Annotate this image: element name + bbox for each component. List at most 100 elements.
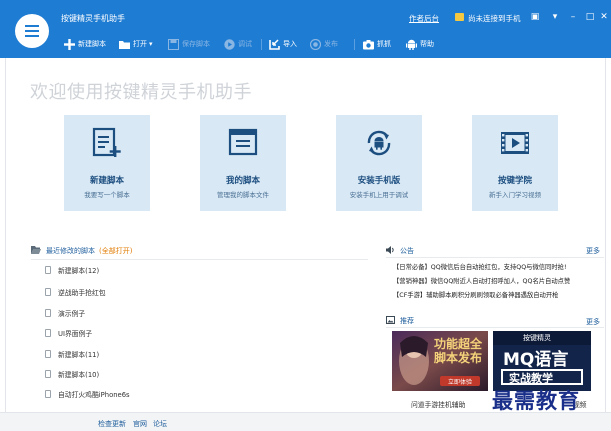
folder-icon (119, 39, 130, 50)
recent-script-item[interactable]: 新建脚本(10) (45, 368, 99, 380)
promo-headline: 功能超全 脚本发布 (434, 337, 483, 365)
recent-script-item[interactable]: 自动打火鸡酷iPhone6s (45, 388, 130, 400)
open-all-link[interactable]: (全部打开) (99, 246, 132, 256)
recent-script-label: UI界面例子 (58, 330, 93, 338)
card-title: 新建脚本 (89, 176, 124, 186)
promo-subtitle: 实战教学 (509, 372, 553, 385)
chevron-down-icon: ▾ (149, 40, 153, 48)
promo-brand: 按键精灵 (523, 334, 551, 342)
phone-status-link[interactable]: 尚未连接到手机 (468, 13, 521, 24)
file-icon (45, 390, 51, 398)
new-script-card[interactable]: 新建脚本 我要写一个脚本 (64, 115, 150, 211)
import-label: 导入 (283, 40, 297, 48)
camera-icon (363, 39, 374, 50)
publish-icon (309, 38, 322, 50)
toolbar-separator (261, 39, 262, 50)
card-description: 新手入门学习视频 (489, 191, 541, 199)
file-icon (45, 329, 51, 337)
file-icon (45, 266, 51, 274)
author-backend-link[interactable]: 作者后台 (409, 13, 439, 24)
new-script-label: 新建脚本 (78, 40, 106, 48)
menu-icon[interactable]: ▾ (548, 11, 562, 23)
forum-link[interactable]: 论坛 (153, 419, 167, 429)
recent-script-label: 新建脚本(12) (58, 267, 100, 275)
capture-button[interactable]: 抓抓 (363, 37, 391, 51)
promo-banner-game[interactable]: 功能超全 脚本发布 立即体验 (392, 331, 488, 391)
card-title: 我的脚本 (225, 176, 260, 186)
notices-more-link[interactable]: 更多 (586, 246, 600, 256)
new-document-icon (92, 127, 122, 159)
android-sync-icon (364, 127, 394, 159)
recent-script-item[interactable]: 新建脚本(12) (45, 264, 99, 276)
website-link[interactable]: 官网 (133, 419, 147, 429)
publish-label: 发布 (324, 40, 338, 48)
recent-scripts-title: 最近修改的脚本 (46, 247, 95, 255)
recent-script-label: 演示例子 (58, 310, 86, 318)
file-icon (45, 288, 51, 296)
notice-item[interactable]: 【日常必备】QQ微信后台自动抢红包，支持QQ与微信同时抢! (393, 262, 605, 274)
play-circle-icon (224, 38, 235, 50)
recent-script-label: 新建脚本(11) (58, 351, 100, 359)
file-icon (45, 309, 51, 317)
script-window-icon (228, 127, 258, 159)
speaker-icon (386, 246, 395, 256)
app-title: 按键精灵手机助手 (61, 14, 125, 23)
folder-open-icon (31, 246, 41, 256)
help-button[interactable]: 帮助 (406, 37, 434, 51)
promo-button[interactable]: 立即体验 (442, 377, 478, 386)
help-label: 帮助 (420, 40, 434, 48)
save-script-button[interactable]: 保存脚本 (168, 37, 210, 51)
phone-connection-icon (455, 13, 464, 21)
recent-script-label: 逆战助手抢红包 (58, 289, 106, 297)
notice-item[interactable]: 【营销神器】微信QQ附近人自动打招呼加人，QQ名片自动点赞 (393, 276, 605, 288)
open-button[interactable]: 打开 ▾ (119, 37, 153, 51)
promo-banner-mq[interactable]: 按键精灵 MQ语言 实战教学 (493, 331, 591, 391)
film-play-icon (500, 127, 530, 159)
capture-label: 抓抓 (377, 40, 391, 48)
close-icon[interactable]: ✕ (598, 11, 610, 23)
card-title: 安装手机版 (357, 176, 401, 186)
notices-header: 公告 (386, 246, 414, 256)
android-icon (406, 39, 417, 50)
card-title: 按键学院 (497, 176, 532, 186)
import-icon (269, 38, 280, 50)
my-scripts-card[interactable]: 我的脚本 管理我的脚本文件 (200, 115, 286, 211)
recent-scripts-header: 最近修改的脚本 (全部打开) (31, 246, 132, 256)
minimize-icon[interactable]: – (566, 11, 580, 23)
toolbar: 新建脚本 打开 ▾ 保存脚本 调试 导入 发布 抓抓 帮助 (58, 35, 608, 53)
skin-icon[interactable]: ▣ (528, 11, 542, 23)
image-icon (386, 316, 395, 326)
import-button[interactable]: 导入 (269, 37, 297, 51)
notices-title: 公告 (400, 247, 414, 255)
debug-button[interactable]: 调试 (224, 37, 252, 51)
card-description: 我要写一个脚本 (84, 191, 130, 199)
open-label: 打开 (133, 40, 147, 48)
recent-script-item[interactable]: UI界面例子 (45, 327, 92, 339)
welcome-heading: 欢迎使用按键精灵手机助手 (30, 82, 252, 103)
save-icon (168, 38, 179, 50)
divider (386, 327, 604, 328)
file-icon (45, 350, 51, 358)
plus-icon (64, 38, 75, 50)
recommend-header: 推荐 (386, 316, 414, 326)
publish-button[interactable]: 发布 (309, 37, 338, 51)
save-script-label: 保存脚本 (182, 40, 210, 48)
notice-item[interactable]: 【CF手游】辅助脚本刷积分刷刷领取必备神器遇敌自动开枪 (393, 290, 605, 302)
maximize-icon[interactable]: □ (583, 11, 597, 23)
recent-script-item[interactable]: 逆战助手抢红包 (45, 286, 106, 298)
recent-script-item[interactable]: 新建脚本(11) (45, 348, 99, 360)
recommend-title: 推荐 (400, 317, 414, 325)
install-mobile-card[interactable]: 安装手机版 安装手机上用于调试 (336, 115, 422, 211)
new-script-button[interactable]: 新建脚本 (64, 37, 106, 51)
card-description: 安装手机上用于调试 (349, 191, 409, 199)
divider (386, 257, 604, 258)
recommend-more-link[interactable]: 更多 (586, 317, 600, 327)
watermark-text: 最需教育 (492, 388, 580, 413)
recent-script-item[interactable]: 演示例子 (45, 307, 85, 319)
academy-card[interactable]: 按键学院 新手入门学习视频 (472, 115, 558, 211)
file-icon (45, 370, 51, 378)
debug-label: 调试 (238, 40, 252, 48)
promo-caption[interactable]: 问道手游挂机辅助 (411, 399, 465, 409)
check-update-link[interactable]: 检查更新 (98, 419, 126, 429)
app-logo-icon[interactable] (15, 14, 49, 48)
